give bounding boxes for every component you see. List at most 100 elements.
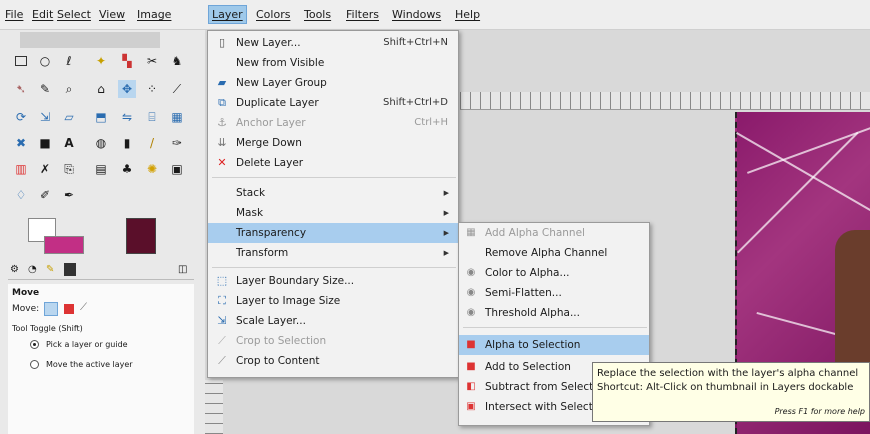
menu-file[interactable]: File [5,8,23,21]
menu-item-new-layer[interactable]: ▯ New Layer... Shift+Ctrl+N [208,33,458,53]
layer-group-icon: ▰ [217,76,227,89]
alpha-to-selection-icon: ■ [466,339,476,350]
crop-tool-icon[interactable]: ⟋ [168,80,186,98]
move-layer-mode-icon[interactable] [44,302,58,316]
move-selection-mode-icon[interactable] [64,304,74,314]
airbrush-icon[interactable]: ✑ [168,134,186,152]
duplicate-icon: ⧉ [218,96,226,109]
menu-view[interactable]: View [99,8,125,21]
menu-item-scale-layer[interactable]: ⇲ Scale Layer... [208,311,458,331]
align-icon[interactable]: ⁘ [143,80,161,98]
paths-icon[interactable]: ➷ [12,80,30,98]
add-to-selection-icon: ■ [466,361,476,372]
menu-item-mask[interactable]: Mask ▶ [208,203,458,223]
menu-item-new-from-visible[interactable]: New from Visible [208,53,458,73]
measure-icon[interactable]: ⌂ [92,80,110,98]
horizontal-ruler [460,92,870,110]
undo-tab-icon[interactable]: ✎ [46,264,54,275]
menu-item-merge-down[interactable]: ⇊ Merge Down [208,133,458,153]
menu-item-layer-to-image-size[interactable]: ⛶ Layer to Image Size [208,291,458,311]
menu-item-crop-to-selection[interactable]: ⟋ Crop to Selection [208,331,458,351]
path-edit-icon[interactable]: ✐ [36,186,54,204]
foreground-select-icon[interactable]: ♞ [168,52,186,70]
menu-item-semi-flatten[interactable]: ◉ Semi-Flatten... [459,283,649,303]
smudge-icon[interactable]: ♣ [118,160,136,178]
menu-edit[interactable]: Edit [32,8,53,21]
dock-menu-icon[interactable]: ◫ [178,264,187,275]
ink-icon[interactable]: ✗ [36,160,54,178]
menu-item-layer-boundary-size[interactable]: ⬚ Layer Boundary Size... [208,271,458,291]
pick-layer-label: Pick a layer or guide [46,340,128,349]
images-tab-icon[interactable] [64,263,76,276]
bucket-fill-icon[interactable]: ■ [36,134,54,152]
toolbox: ○ ℓ ✦ ▚ ✂ ♞ ➷ ✎ ⌕ ⌂ ✥ ⁘ ⟋ ⟳ ⇲ ▱ ⬒ ⇋ ⌸ ▦ … [0,30,205,434]
scale-tool-icon[interactable]: ⇲ [36,108,54,126]
menu-item-new-layer-group[interactable]: ▰ New Layer Group [208,73,458,93]
toolbox-header-icon [20,32,160,48]
scissors-icon[interactable]: ✂ [143,52,161,70]
menu-image[interactable]: Image [137,8,171,21]
lasso-icon[interactable]: ℓ [60,52,78,70]
pick-layer-radio[interactable] [30,340,39,349]
heal-icon[interactable]: ▤ [92,160,110,178]
rect-select-icon[interactable] [12,52,30,70]
pencil-icon[interactable]: ▮ [118,134,136,152]
dodge-icon[interactable]: ▣ [168,160,186,178]
menu-windows[interactable]: Windows [392,8,441,21]
cage-icon[interactable]: ⌸ [143,108,161,126]
menu-colors[interactable]: Colors [256,8,290,21]
menu-item-stack[interactable]: Stack ▶ [208,183,458,203]
move-active-layer-radio[interactable] [30,360,39,369]
menu-help[interactable]: Help [455,8,480,21]
gradient-icon[interactable]: ◍ [92,134,110,152]
semi-flatten-icon: ◉ [466,287,476,298]
merge-icon: ⇊ [217,136,227,149]
color-picker-icon[interactable]: ✎ [36,80,54,98]
menu-separator [212,177,456,178]
background-color-swatch[interactable] [44,236,84,254]
menu-select[interactable]: Select [57,8,91,21]
perspective-icon[interactable]: ⬒ [92,108,110,126]
tool-options-tab-icon[interactable]: ⚙ [10,264,19,275]
tooltip-help: Press F1 for more help [774,407,865,416]
menu-item-transparency[interactable]: Transparency ▶ [208,223,458,243]
eraser-icon[interactable]: ▥ [12,160,30,178]
menu-item-alpha-to-selection[interactable]: ■ Alpha to Selection [459,335,649,355]
blur-icon[interactable]: ✺ [143,160,161,178]
flip-icon[interactable]: ⇋ [118,108,136,126]
dropper-icon[interactable]: ♢ [12,186,30,204]
menu-item-duplicate-layer[interactable]: ⧉ Duplicate Layer Shift+Ctrl+D [208,93,458,113]
menu-layer[interactable]: Layer [208,5,247,24]
menu-tools[interactable]: Tools [304,8,331,21]
shear-icon[interactable]: ▱ [60,108,78,126]
ellipse-select-icon[interactable]: ○ [36,52,54,70]
move-path-mode-icon[interactable]: ⟋ [80,302,87,313]
color-select-icon[interactable]: ▚ [118,52,136,70]
menu-filters[interactable]: Filters [346,8,379,21]
letter-a-icon[interactable]: A [60,134,78,152]
menu-item-crop-to-content[interactable]: ⟋ Crop to Content [208,351,458,371]
device-status-tab-icon[interactable]: ◔ [28,264,37,275]
menu-item-remove-alpha-channel[interactable]: Remove Alpha Channel [459,243,649,263]
brush-dynamics-icon[interactable]: ✒ [60,186,78,204]
rotate-icon[interactable]: ⟳ [12,108,30,126]
paintbrush-icon[interactable]: / [143,134,161,152]
intersect-with-selection-icon: ▣ [466,401,476,412]
warp-icon[interactable]: ▦ [168,108,186,126]
menu-item-transform[interactable]: Transform ▶ [208,243,458,263]
move-tool-icon[interactable]: ✥ [118,80,136,98]
fuzzy-select-icon[interactable]: ✦ [92,52,110,70]
menu-item-color-to-alpha[interactable]: ◉ Color to Alpha... [459,263,649,283]
text-tool-icon[interactable]: ✖ [12,134,30,152]
clone-icon[interactable]: ⎘ [60,160,78,178]
menu-item-delete-layer[interactable]: ✕ Delete Layer [208,153,458,173]
move-active-layer-label: Move the active layer [46,360,133,369]
new-layer-icon: ▯ [218,36,226,49]
menu-item-threshold-alpha[interactable]: ◉ Threshold Alpha... [459,303,649,323]
menu-item-anchor-layer[interactable]: ⚓ Anchor Layer Ctrl+H [208,113,458,133]
zoom-icon[interactable]: ⌕ [60,80,78,98]
menu-item-add-alpha-channel[interactable]: ▦ Add Alpha Channel [459,223,649,243]
menu-separator [463,327,647,328]
image-thumbnail[interactable] [126,218,156,254]
menu-bar: File Edit Select View Image Layer Colors… [0,0,870,30]
